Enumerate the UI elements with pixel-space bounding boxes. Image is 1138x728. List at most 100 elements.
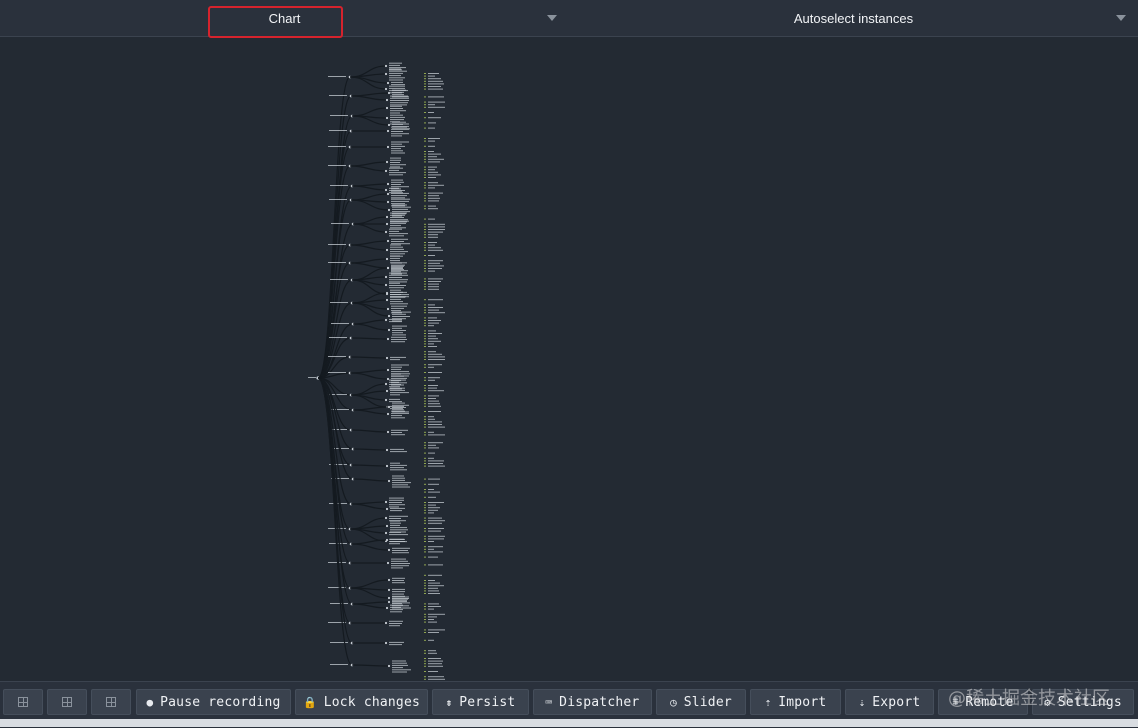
tree-child-node[interactable]	[386, 129, 390, 133]
layout-horizontal-button[interactable]	[47, 689, 87, 715]
tree-child-node[interactable]	[387, 123, 391, 127]
tree-child-node[interactable]	[384, 621, 388, 625]
tree-child-node[interactable]	[387, 328, 391, 332]
tree-child-node[interactable]	[384, 318, 388, 322]
tree-child-node[interactable]	[387, 578, 391, 582]
tree-child-node[interactable]	[384, 64, 388, 68]
tree-child-node[interactable]	[384, 531, 388, 535]
tree-leaf-value	[428, 262, 440, 264]
tree-leaf-value	[428, 502, 444, 503]
tree-leaf-value	[428, 678, 445, 680]
tree-leaf-label	[391, 238, 408, 240]
tree-child-node[interactable]	[387, 588, 391, 592]
tree-child-node[interactable]	[385, 464, 389, 468]
tree-child-node[interactable]	[384, 382, 388, 386]
tree-child-node[interactable]	[385, 524, 389, 528]
tree-leaf-label	[392, 669, 411, 671]
tree-child-node[interactable]	[384, 641, 388, 645]
tree-leaf-value	[428, 288, 439, 290]
layout-vertical-button[interactable]	[3, 689, 43, 715]
tree-child-node[interactable]	[386, 192, 390, 196]
tree-child-node[interactable]	[384, 87, 388, 91]
tree-leaf-value	[428, 387, 437, 389]
state-tree-chart[interactable]	[0, 37, 1138, 680]
persist-button[interactable]: ⇟ Persist	[432, 689, 529, 715]
tree-child-node[interactable]	[386, 430, 390, 434]
remote-button[interactable]: ⩩ Remote	[938, 689, 1028, 715]
tree-child-node[interactable]	[385, 538, 389, 542]
tree-child-node[interactable]	[387, 91, 391, 95]
tree-leaf-marker	[424, 564, 426, 566]
tree-leaf-marker	[424, 343, 426, 345]
tree-child-node[interactable]	[385, 257, 389, 261]
tree-child-node[interactable]	[385, 291, 389, 295]
tree-child-node[interactable]	[384, 230, 388, 234]
tree-child-node[interactable]	[384, 169, 388, 173]
tree-child-node[interactable]	[385, 248, 389, 252]
tree-child-node[interactable]	[385, 507, 389, 511]
settings-button[interactable]: ⚙ Settings	[1032, 689, 1134, 715]
tree-child-node[interactable]	[384, 516, 388, 520]
tree-child-node[interactable]	[387, 208, 391, 212]
tree-link	[349, 356, 388, 359]
tree-leaf-value	[428, 322, 439, 324]
export-button[interactable]: ⇣ Export	[845, 689, 934, 715]
tree-leaf-value	[428, 182, 438, 184]
tree-leaf-marker	[424, 366, 426, 368]
tree-child-node[interactable]	[385, 106, 389, 110]
tree-child-node[interactable]	[387, 548, 391, 552]
tree-child-node[interactable]	[385, 389, 389, 393]
tree-child-node[interactable]	[384, 72, 388, 76]
tree-leaf-value	[428, 208, 438, 210]
tree-child-node[interactable]	[386, 368, 390, 372]
tree-child-node[interactable]	[385, 606, 389, 610]
tree-child-node[interactable]	[384, 188, 388, 192]
tree-child-node[interactable]	[385, 215, 389, 219]
dispatcher-button[interactable]: ⌨ Dispatcher	[533, 689, 652, 715]
tree-child-node[interactable]	[385, 298, 389, 302]
tree-child-node[interactable]	[387, 479, 391, 483]
tree-child-node[interactable]	[387, 664, 391, 668]
tree-leaf-label	[391, 273, 402, 275]
lock-changes-button[interactable]: 🔒 Lock changes	[295, 689, 428, 715]
tree-chart-svg[interactable]	[0, 37, 1138, 680]
tree-leaf-marker	[424, 247, 426, 249]
tree-child-node[interactable]	[385, 448, 389, 452]
instance-select[interactable]: Autoselect instances	[569, 0, 1138, 36]
tree-child-node[interactable]	[386, 377, 390, 381]
slider-label: Slider	[683, 694, 732, 710]
tree-child-node[interactable]	[385, 222, 389, 226]
tree-leaf-value	[428, 325, 434, 327]
tree-child-node[interactable]	[386, 337, 390, 341]
tree-child-node[interactable]	[387, 600, 391, 604]
import-button[interactable]: ⇡ Import	[750, 689, 841, 715]
tree-child-node[interactable]	[385, 356, 389, 360]
tree-child-node[interactable]	[387, 596, 391, 600]
tree-child-node[interactable]	[386, 561, 390, 565]
tree-child-node[interactable]	[386, 239, 390, 243]
tree-leaf-label	[391, 203, 405, 205]
tree-leaf-label	[392, 409, 404, 411]
layout-window-button[interactable]	[91, 689, 131, 715]
tree-child-node[interactable]	[386, 81, 390, 85]
tree-child-node[interactable]	[386, 266, 390, 270]
tree-child-node[interactable]	[387, 405, 391, 409]
tree-child-node[interactable]	[385, 160, 389, 164]
tree-child-node[interactable]	[386, 200, 390, 204]
tree-child-node[interactable]	[387, 314, 391, 318]
tree-child-node[interactable]	[385, 98, 389, 102]
tree-child-node[interactable]	[386, 182, 390, 186]
tree-child-node[interactable]	[386, 412, 390, 416]
tree-child-node[interactable]	[386, 145, 390, 149]
tree-child-node[interactable]	[384, 398, 388, 402]
pause-recording-button[interactable]: ● Pause recording	[136, 689, 291, 715]
tree-leaf-label	[391, 377, 407, 379]
tree-leaf-marker	[424, 411, 426, 412]
slider-button[interactable]: ◷ Slider	[656, 689, 746, 715]
tree-child-node[interactable]	[385, 116, 389, 120]
tree-leaf-label	[390, 529, 408, 531]
tree-child-node[interactable]	[384, 283, 388, 287]
tree-child-node[interactable]	[386, 307, 390, 311]
tree-child-node[interactable]	[384, 500, 388, 504]
tree-child-node[interactable]	[384, 275, 388, 279]
